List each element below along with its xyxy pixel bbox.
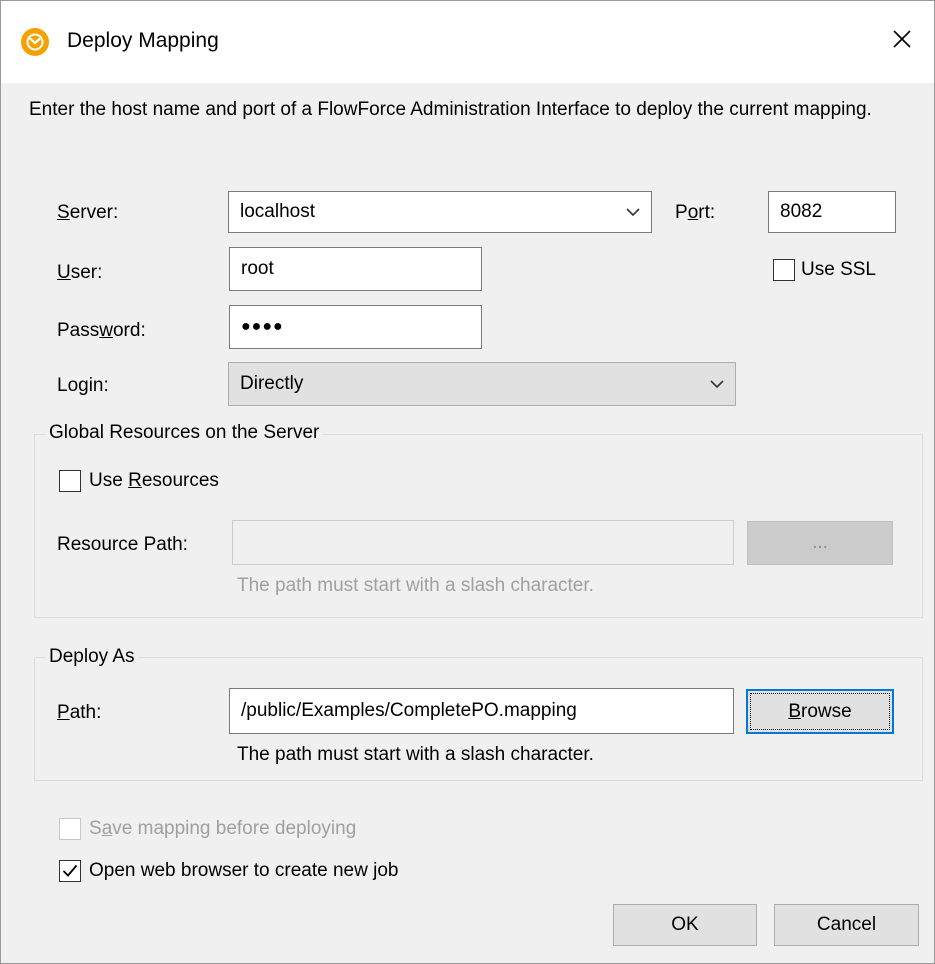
user-value: root [241, 258, 274, 279]
login-combobox[interactable]: Directly [228, 362, 736, 406]
path-label: Path: [57, 702, 102, 723]
checkmark-icon [62, 864, 78, 877]
use-resources-checkbox[interactable] [59, 470, 81, 492]
server-combobox[interactable]: localhost [228, 191, 652, 233]
open-browser-label: Open web browser to create new job [89, 860, 399, 881]
browse-button-label: Browse [788, 700, 852, 722]
user-label: User: [57, 262, 103, 283]
ok-button[interactable]: OK [613, 904, 757, 946]
server-value: localhost [240, 201, 315, 222]
mapforce-app-icon [21, 28, 49, 56]
close-button[interactable] [884, 21, 920, 57]
resource-path-label: Resource Path: [57, 534, 188, 555]
port-value: 8082 [780, 201, 823, 222]
open-browser-checkbox[interactable] [59, 860, 81, 882]
user-input[interactable]: root [229, 247, 482, 291]
port-input[interactable]: 8082 [768, 191, 896, 233]
password-input[interactable]: ●●●● [229, 305, 482, 349]
deploy-path-value: /public/Examples/CompletePO.mapping [241, 700, 577, 721]
deploy-path-input[interactable]: /public/Examples/CompletePO.mapping [229, 688, 734, 734]
deploy-path-hint: The path must start with a slash charact… [237, 744, 594, 765]
login-label: Login: [57, 375, 109, 396]
cancel-button[interactable]: Cancel [774, 904, 919, 946]
resource-path-hint: The path must start with a slash charact… [237, 575, 594, 596]
use-ssl-checkbox[interactable] [773, 259, 795, 281]
server-label: Server: [57, 202, 119, 223]
deploy-mapping-dialog: Deploy Mapping Enter the host name and p… [0, 0, 935, 964]
window-title: Deploy Mapping [67, 29, 219, 52]
global-resources-group-title: Global Resources on the Server [45, 422, 324, 444]
password-label: Password: [57, 320, 146, 341]
use-resources-label: Use Resources [89, 470, 219, 491]
chevron-down-icon [710, 380, 724, 389]
use-ssl-label: Use SSL [801, 259, 876, 280]
save-mapping-checkbox[interactable] [59, 818, 81, 840]
deploy-as-group-title: Deploy As [45, 646, 139, 668]
login-value: Directly [240, 373, 304, 394]
resource-path-browse-button[interactable]: ... [747, 521, 893, 565]
save-mapping-label: Save mapping before deploying [89, 818, 357, 839]
browse-button[interactable]: Browse [746, 689, 894, 734]
dialog-description: Enter the host name and port of a FlowFo… [29, 99, 872, 120]
title-bar: Deploy Mapping [1, 1, 934, 83]
close-icon [893, 30, 911, 48]
chevron-down-icon [626, 208, 640, 217]
resource-path-input[interactable] [232, 520, 734, 565]
password-masked-value: ●●●● [241, 318, 284, 335]
port-label: Port: [675, 202, 716, 223]
